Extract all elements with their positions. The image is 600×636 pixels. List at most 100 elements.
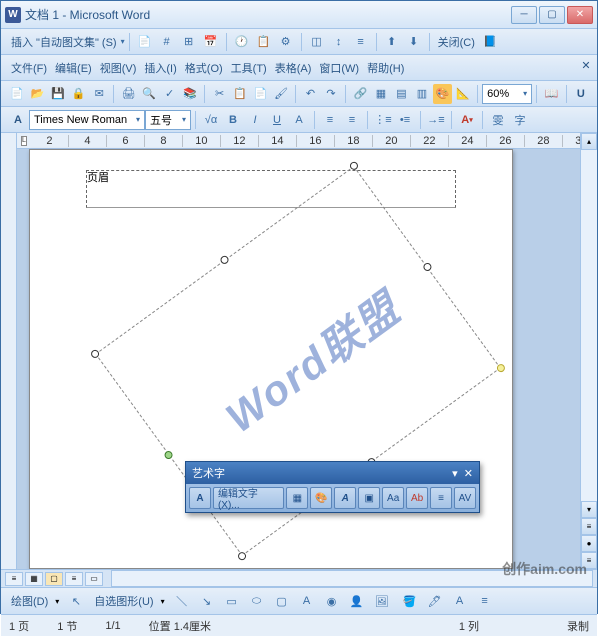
drawing-icon[interactable]: 🎨 — [433, 84, 451, 104]
align-center-icon[interactable]: ≡ — [342, 110, 362, 130]
doc-close-icon[interactable]: ✕ — [579, 58, 593, 72]
header-close[interactable]: 关闭(C) — [434, 32, 479, 52]
fill-color-icon[interactable]: 🪣 — [400, 591, 420, 611]
hdr-icon-4[interactable]: 📅 — [201, 32, 221, 52]
fmt-painter-icon[interactable]: 🖌 — [272, 84, 290, 104]
horizontal-scrollbar[interactable] — [111, 570, 593, 587]
numbering-icon[interactable]: ⋮≡ — [373, 110, 393, 130]
autoshapes-menu[interactable]: 自选图形(U) — [90, 591, 157, 611]
read-icon[interactable]: 📖 — [542, 84, 560, 104]
font-select[interactable]: Times New Roman▾ — [29, 110, 145, 130]
save-icon[interactable]: 💾 — [49, 84, 67, 104]
bold-icon[interactable]: B — [223, 110, 243, 130]
table-icon[interactable]: ▦ — [372, 84, 390, 104]
draw-menu[interactable]: 绘图(D) — [7, 591, 52, 611]
hdr-icon-6[interactable]: 📋 — [254, 32, 274, 52]
hdr-icon-9[interactable]: ↕ — [329, 32, 349, 52]
wordart-toolbar-close[interactable]: ✕ — [464, 468, 473, 480]
wa-format-icon[interactable]: 🎨 — [310, 487, 332, 509]
open-icon[interactable]: 📂 — [28, 84, 46, 104]
scroll-down-icon[interactable]: ▾ — [581, 501, 597, 518]
cut-icon[interactable]: ✂ — [210, 84, 228, 104]
hdr-icon-10[interactable]: ≡ — [351, 32, 371, 52]
hdr-icon-1[interactable]: 📄 — [135, 32, 155, 52]
wordart-toolbar[interactable]: 艺术字 ▾ ✕ A 编辑文字(X)... ▦ 🎨 A ▣ Aa Ab ≡ AV — [185, 461, 480, 513]
asian-icon[interactable]: 雯 — [488, 110, 508, 130]
header-region[interactable]: 页眉 — [86, 170, 456, 208]
menu-window[interactable]: 窗口(W) — [315, 58, 363, 78]
hdr-icon-3[interactable]: ⊞ — [179, 32, 199, 52]
eq-icon[interactable]: √α — [201, 110, 221, 130]
clipart-icon[interactable]: 👤 — [347, 591, 367, 611]
style-icon[interactable]: A — [8, 110, 28, 130]
autotext-insert[interactable]: 插入 "自动图文集" (S) — [7, 32, 121, 52]
close-button[interactable]: ✕ — [567, 6, 593, 24]
rect-icon[interactable]: ▭ — [222, 591, 242, 611]
wa-vertical-icon[interactable]: Ab — [406, 487, 428, 509]
menu-file[interactable]: 文件(F) — [7, 58, 51, 78]
menu-table[interactable]: 表格(A) — [271, 58, 316, 78]
hdr-icon-nav2[interactable]: ⬇ — [404, 32, 424, 52]
menu-insert[interactable]: 插入(I) — [140, 58, 180, 78]
font-color-icon[interactable]: A▾ — [457, 110, 477, 130]
wordart-toolbar-dd[interactable]: ▾ — [452, 468, 458, 480]
scroll-up-icon[interactable]: ▴ — [581, 133, 597, 150]
maximize-button[interactable]: ▢ — [539, 6, 565, 24]
wa-edit-text[interactable]: 编辑文字(X)... — [213, 487, 285, 509]
map-icon[interactable]: 📐 — [454, 84, 472, 104]
redo-icon[interactable]: ↷ — [322, 84, 340, 104]
hdr-page-icon[interactable]: 📘 — [480, 32, 500, 52]
underline-u-icon[interactable]: U — [572, 84, 590, 104]
wa-align-icon[interactable]: ≡ — [430, 487, 452, 509]
border-icon[interactable]: A — [289, 110, 309, 130]
underline-icon[interactable]: U — [267, 110, 287, 130]
phonetic-icon[interactable]: 字 — [510, 110, 530, 130]
font-color2-icon[interactable]: A — [450, 591, 470, 611]
wa-spacing-icon[interactable]: AV — [454, 487, 476, 509]
arrow-icon[interactable]: ↘ — [197, 591, 217, 611]
oval-icon[interactable]: ⬭ — [247, 591, 267, 611]
view-read-icon[interactable]: ▭ — [85, 572, 103, 586]
menu-view[interactable]: 视图(V) — [96, 58, 141, 78]
undo-icon[interactable]: ↶ — [301, 84, 319, 104]
mail-icon[interactable]: ✉ — [90, 84, 108, 104]
print-icon[interactable]: 🖨 — [119, 84, 137, 104]
browse-prev-icon[interactable]: ≡ — [581, 518, 597, 535]
wordart-text[interactable]: Word联盟 — [211, 276, 411, 444]
line-icon[interactable]: ＼ — [172, 591, 192, 611]
line-style-icon[interactable]: ≡ — [475, 591, 495, 611]
zoom-select[interactable]: 60%▾ — [482, 84, 532, 104]
align-left-icon[interactable]: ≡ — [320, 110, 340, 130]
hdr-icon-nav1[interactable]: ⬆ — [382, 32, 402, 52]
browse-obj-icon[interactable]: ● — [581, 535, 597, 552]
vertical-scrollbar[interactable]: ▴ ▾ ≡ ● ≡ — [580, 133, 597, 569]
excel-icon[interactable]: ▤ — [392, 84, 410, 104]
cols-icon[interactable]: ▥ — [413, 84, 431, 104]
link-icon[interactable]: 🔗 — [351, 84, 369, 104]
menu-help[interactable]: 帮助(H) — [363, 58, 408, 78]
spell-icon[interactable]: ✓ — [160, 84, 178, 104]
wa-insert-icon[interactable]: A — [189, 487, 211, 509]
copy-icon[interactable]: 📋 — [231, 84, 249, 104]
research-icon[interactable]: 📚 — [181, 84, 199, 104]
wordart-insert-icon[interactable]: A — [297, 591, 317, 611]
picture-icon[interactable]: 🖼 — [372, 591, 392, 611]
preview-icon[interactable]: 🔍 — [140, 84, 158, 104]
view-print-icon[interactable]: ▢ — [45, 572, 63, 586]
wa-same-height-icon[interactable]: Aa — [382, 487, 404, 509]
minimize-button[interactable]: ─ — [511, 6, 537, 24]
new-icon[interactable]: 📄 — [8, 84, 26, 104]
size-select[interactable]: 五号▾ — [145, 110, 191, 130]
browse-next-icon[interactable]: ≡ — [581, 552, 597, 569]
wa-gallery-icon[interactable]: ▦ — [286, 487, 308, 509]
textbox-icon[interactable]: ▢ — [272, 591, 292, 611]
indent-icon[interactable]: →≡ — [426, 110, 446, 130]
menu-format[interactable]: 格式(O) — [181, 58, 227, 78]
menu-tools[interactable]: 工具(T) — [227, 58, 271, 78]
view-outline-icon[interactable]: ≡ — [65, 572, 83, 586]
view-normal-icon[interactable]: ≡ — [5, 572, 23, 586]
hdr-icon-8[interactable]: ◫ — [307, 32, 327, 52]
paste-icon[interactable]: 📄 — [251, 84, 269, 104]
hdr-icon-2[interactable]: # — [157, 32, 177, 52]
select-arrow-icon[interactable]: ↖ — [66, 591, 86, 611]
